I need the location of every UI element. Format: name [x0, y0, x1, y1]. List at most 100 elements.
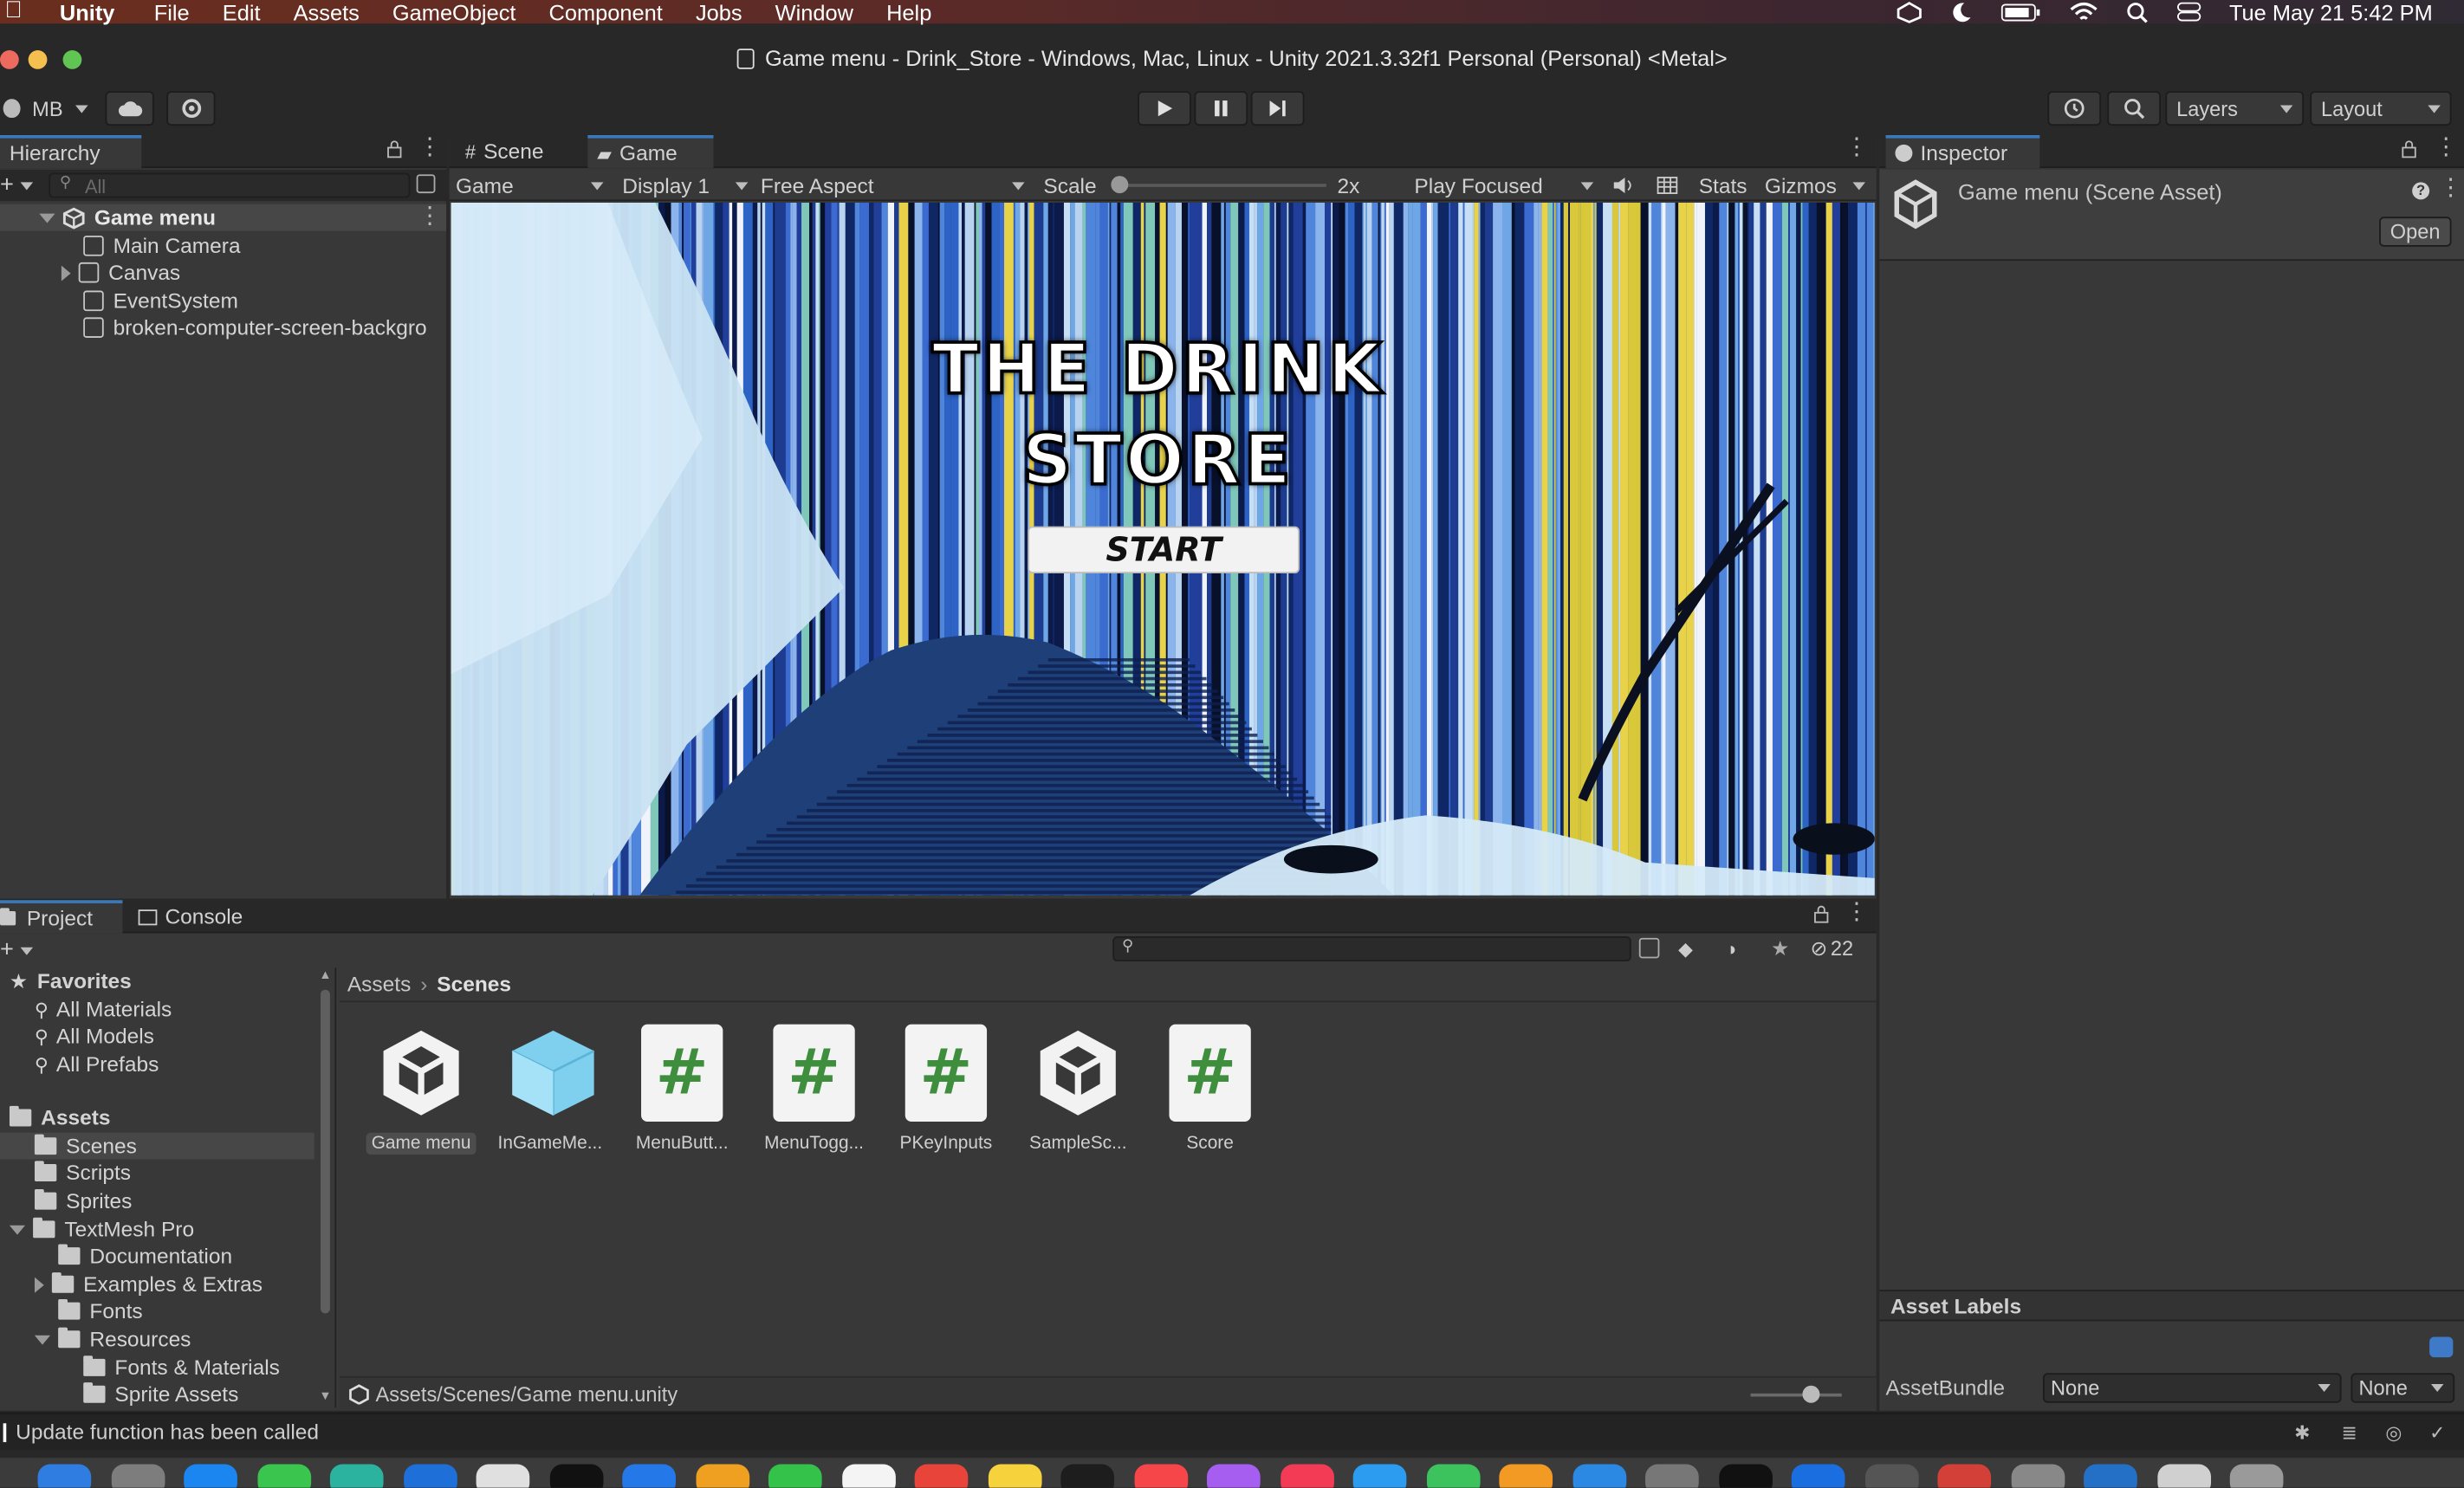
expand-triangle-icon[interactable] [61, 264, 71, 281]
dock-app-icon[interactable] [256, 1464, 311, 1488]
breadcrumb-assets[interactable]: Assets [347, 973, 411, 996]
dock-app-icon[interactable] [1060, 1464, 1114, 1488]
cloud-button[interactable] [105, 91, 154, 126]
tab-scene[interactable]: # Scene [456, 135, 585, 168]
collab-button[interactable] [166, 91, 216, 126]
menu-jobs[interactable]: Jobs [696, 0, 742, 24]
battery-icon[interactable] [2000, 3, 2040, 22]
assetbundle-dropdown[interactable]: None [2042, 1373, 2342, 1403]
star-icon[interactable]: ★ [1771, 936, 1789, 961]
dock-app-icon[interactable] [2084, 1464, 2137, 1488]
chevron-down-icon[interactable] [20, 182, 34, 191]
layout-dropdown[interactable]: Layout [2310, 91, 2452, 126]
menu-help[interactable]: Help [886, 0, 931, 24]
label-tag-icon[interactable] [2429, 1336, 2454, 1358]
breadcrumb-scenes[interactable]: Scenes [437, 973, 511, 996]
dock-app-icon[interactable] [2010, 1464, 2065, 1488]
dock-app-icon[interactable] [1645, 1464, 1699, 1488]
start-button[interactable]: START [1028, 526, 1300, 574]
play-focus-dropdown[interactable]: Play Focused [1414, 170, 1594, 201]
asset-menu-button-script[interactable]: # MenuButt... [622, 1024, 742, 1153]
wifi-icon[interactable] [2069, 2, 2098, 23]
tab-console[interactable]: Console [129, 900, 264, 933]
scroll-up-icon[interactable]: ▲ [319, 967, 331, 981]
spotlight-search-icon[interactable] [2125, 1, 2148, 23]
hierarchy-item-canvas[interactable]: Canvas [61, 259, 180, 286]
scale-slider[interactable] [1111, 176, 1326, 194]
hierarchy-scene-row[interactable]: Game menu ⋮ [0, 204, 447, 231]
asset-pkeyinputs-script[interactable]: # PKeyInputs [886, 1024, 1006, 1153]
control-center-icon[interactable] [2175, 2, 2201, 23]
dock-app-icon[interactable] [2156, 1464, 2211, 1488]
menu-assets[interactable]: Assets [294, 0, 360, 24]
scroll-down-icon[interactable]: ▼ [319, 1388, 331, 1402]
folder-examples-extras[interactable]: Examples & Extras [34, 1271, 263, 1297]
asset-labels-header[interactable]: Asset Labels [1879, 1290, 2464, 1322]
folder-tree-scrollbar[interactable]: ▲ ▼ [317, 967, 333, 1407]
asset-menu-toggle-script[interactable]: # MenuTogg... [755, 1024, 874, 1153]
hierarchy-menu-icon[interactable]: ⋮ [418, 135, 441, 159]
favorites-header[interactable]: ★ Favorites [10, 967, 132, 994]
close-window-button[interactable] [0, 50, 19, 69]
dock-app-icon[interactable] [110, 1464, 165, 1488]
unity-status-icon[interactable] [1896, 1, 1922, 23]
play-button[interactable] [1138, 91, 1191, 126]
layers-stack-icon[interactable]: ≣ [2342, 1421, 2357, 1443]
open-button[interactable]: Open [2379, 217, 2452, 247]
asset-ingame-menu-prefab[interactable]: InGameMe... [490, 1025, 610, 1153]
bug-icon[interactable]: ✱ [2294, 1421, 2310, 1443]
hierarchy-search-input[interactable]: ⚲ All [49, 172, 411, 198]
tab-hierarchy[interactable]: Hierarchy [0, 134, 142, 169]
folder-sprites[interactable]: Sprites [34, 1187, 133, 1214]
dock-app-icon[interactable] [1499, 1464, 1553, 1488]
lock-icon[interactable] [1813, 905, 1829, 924]
dock-app-icon[interactable] [1937, 1464, 1992, 1488]
favorite-all-prefabs[interactable]: ⚲ All Prefabs [35, 1051, 159, 1077]
folder-documentation[interactable]: Documentation [58, 1243, 232, 1270]
dock-app-icon[interactable] [768, 1464, 822, 1488]
history-button[interactable] [2047, 91, 2102, 126]
dock-app-icon[interactable] [184, 1464, 237, 1488]
asset-game-menu[interactable]: Game menu [361, 1025, 481, 1155]
moon-icon[interactable] [1949, 1, 1971, 23]
menubar-clock[interactable]: Tue May 21 5:42 PM [2229, 0, 2433, 24]
menu-window[interactable]: Window [775, 0, 853, 24]
dock-app-icon[interactable] [548, 1464, 603, 1488]
status-message[interactable]: Update function has been called [16, 1420, 319, 1444]
folder-textmesh-pro[interactable]: TextMesh Pro [9, 1216, 194, 1243]
dock-app-icon[interactable] [1791, 1464, 1845, 1488]
layers-dropdown[interactable]: Layers [2165, 91, 2305, 126]
minimize-window-button[interactable] [28, 50, 48, 69]
tab-project[interactable]: Project [0, 900, 123, 934]
dock-app-icon[interactable] [1572, 1464, 1626, 1488]
add-icon[interactable]: + [0, 171, 14, 198]
dock-app-icon[interactable] [37, 1464, 92, 1488]
dock-app-icon[interactable] [841, 1464, 895, 1488]
pause-button[interactable] [1194, 91, 1248, 126]
stats-button[interactable]: Stats [1699, 170, 1747, 201]
filter-by-label-icon[interactable]: ◆ [1678, 938, 1693, 960]
favorite-all-models[interactable]: ⚲ All Models [35, 1023, 154, 1050]
dock-app-icon[interactable] [914, 1464, 969, 1488]
folder-fonts-materials[interactable]: Fonts & Materials [83, 1354, 280, 1381]
dock-app-icon[interactable] [476, 1464, 530, 1488]
dock-app-icon[interactable] [403, 1464, 457, 1488]
project-search-input[interactable]: ⚲ [1112, 936, 1631, 962]
dock-app-icon[interactable] [1864, 1464, 1918, 1488]
assetbundle-variant-dropdown[interactable]: None [2351, 1373, 2455, 1403]
expand-triangle-icon[interactable] [9, 1224, 26, 1234]
lock-icon[interactable] [386, 139, 402, 159]
folder-scenes[interactable]: Scenes [0, 1132, 314, 1160]
dock-app-icon[interactable] [1426, 1464, 1480, 1488]
dock-app-icon[interactable] [1718, 1464, 1773, 1488]
favorite-all-materials[interactable]: ⚲ All Materials [35, 996, 172, 1023]
game-viewport[interactable]: THE DRINK STORE START [451, 202, 1875, 896]
inspector-header-menu-icon[interactable]: ⋮ [2439, 176, 2462, 199]
expand-triangle-icon[interactable] [34, 1334, 51, 1344]
scene-visibility-icon[interactable] [416, 174, 436, 194]
lock-icon[interactable] [2401, 139, 2416, 159]
hierarchy-item-eventsystem[interactable]: EventSystem [83, 288, 238, 314]
scale-slider-handle[interactable] [1111, 176, 1129, 194]
tab-game[interactable]: ▰ Game [587, 134, 714, 169]
hidden-packages-toggle[interactable]: ⊘ 22 [1810, 936, 1853, 961]
